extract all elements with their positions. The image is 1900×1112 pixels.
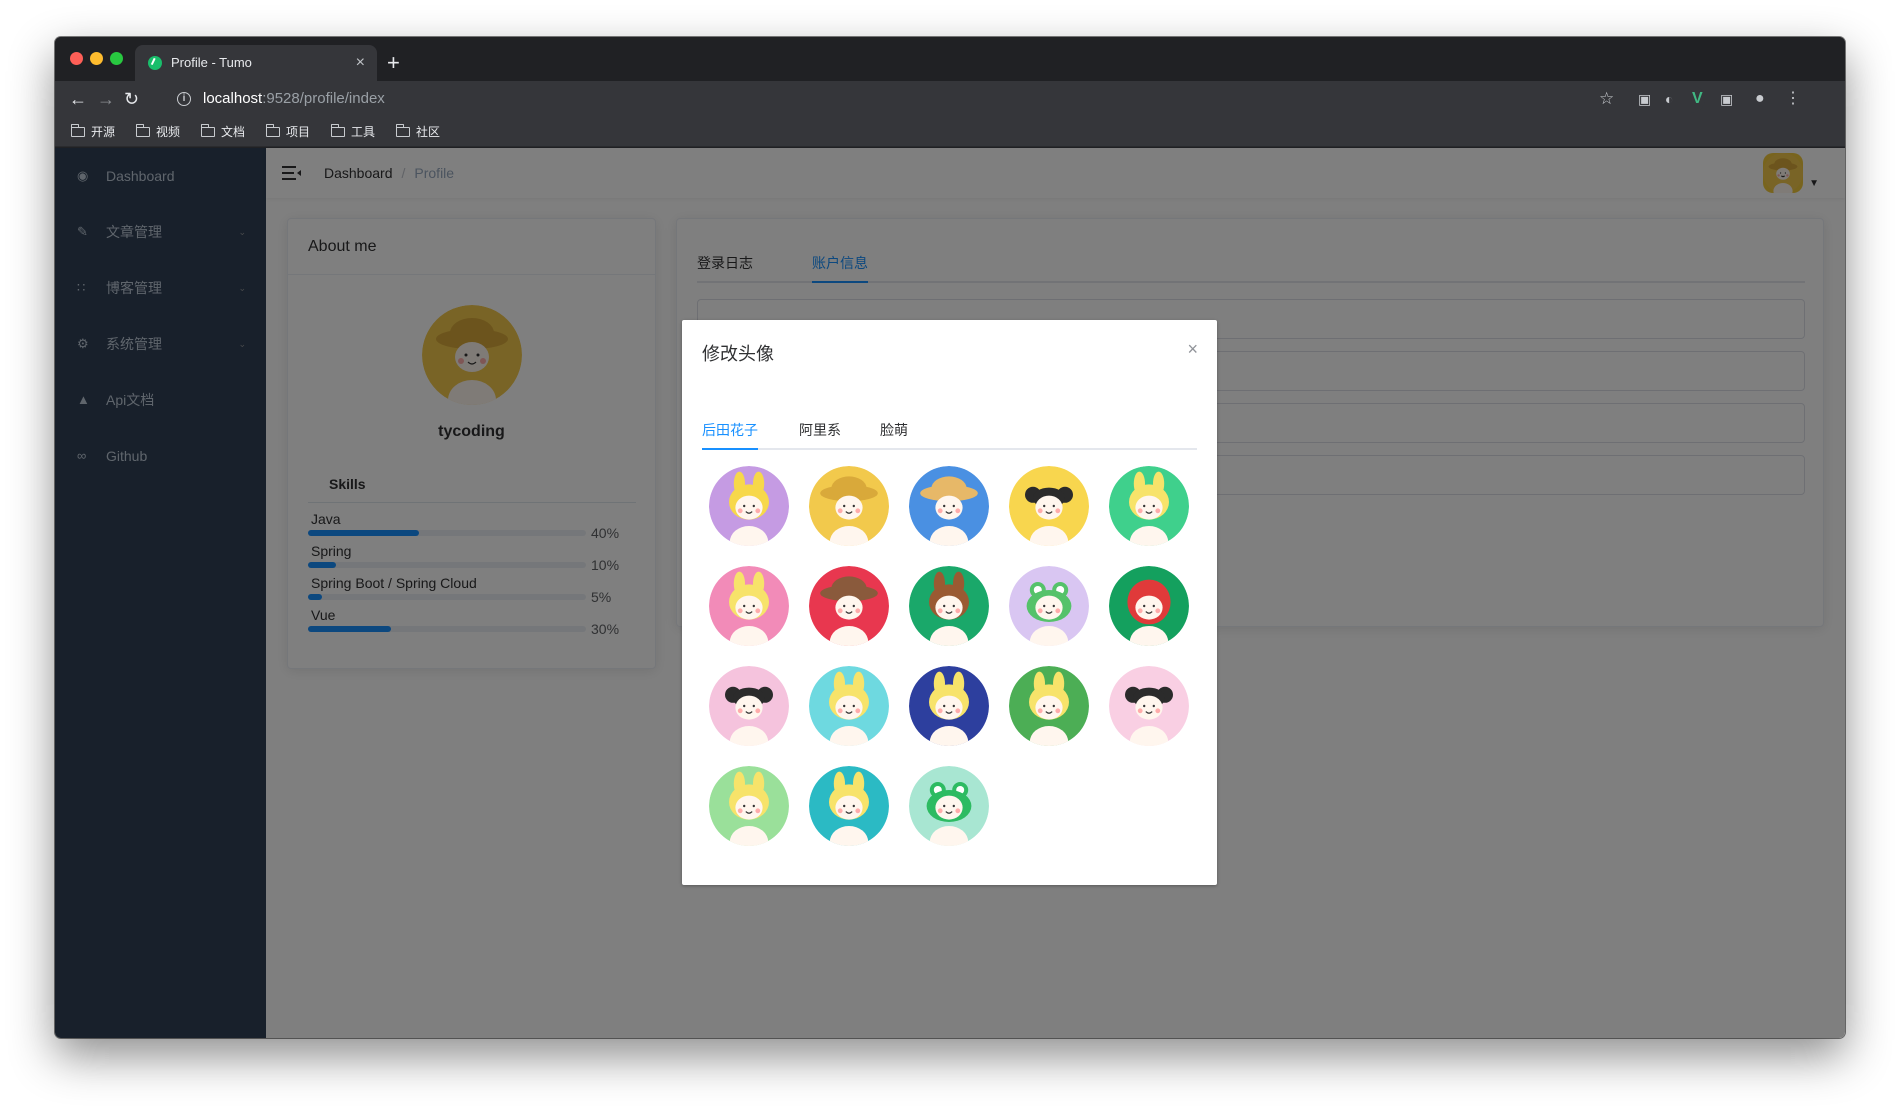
tab-alibaba[interactable]: 阿里系 (799, 410, 841, 450)
avatar-option[interactable] (1009, 466, 1089, 546)
new-tab-button[interactable]: + (387, 45, 400, 81)
browser-toolbar: ← → ↻ i localhost:9528/profile/index ☆ ▣… (55, 81, 1845, 117)
extension-icon[interactable]: ▣ (1638, 81, 1651, 117)
profile-icon[interactable]: ● (1755, 81, 1765, 117)
avatar-option[interactable] (909, 766, 989, 846)
avatar-option[interactable] (709, 666, 789, 746)
address-bar[interactable]: i localhost:9528/profile/index (175, 85, 1705, 113)
menu-kebab-icon[interactable]: ⋮ (1785, 81, 1801, 117)
bookmark-star-icon[interactable]: ☆ (1599, 81, 1614, 117)
avatar-option[interactable] (709, 766, 789, 846)
url-path: :9528/profile/index (262, 90, 385, 107)
url-host: localhost (203, 90, 263, 107)
tumo-favicon-icon (148, 56, 162, 70)
reload-icon[interactable]: ↻ (124, 81, 139, 117)
bookmarks-bar: 开源 视频 文档 项目 工具 社区 (55, 117, 1845, 147)
folder-icon (265, 124, 280, 137)
bookmark-folder[interactable]: 文档 (200, 117, 245, 147)
folder-icon (70, 124, 85, 137)
tab-active-indicator (702, 448, 758, 450)
maximize-window-button[interactable] (110, 52, 123, 65)
extension-icon[interactable]: ◐ (1665, 81, 1673, 117)
avatar-option[interactable] (1109, 666, 1189, 746)
forward-icon[interactable]: → (97, 81, 115, 117)
bookmark-folder[interactable]: 社区 (395, 117, 440, 147)
bookmark-folder[interactable]: 工具 (330, 117, 375, 147)
bookmark-folder[interactable]: 项目 (265, 117, 310, 147)
browser-tab[interactable]: Profile - Tumo × (135, 45, 377, 81)
folder-icon (135, 124, 150, 137)
avatar-option[interactable] (909, 666, 989, 746)
avatar-option[interactable] (1009, 666, 1089, 746)
folder-icon (395, 124, 410, 137)
avatar-option[interactable] (709, 466, 789, 546)
folder-icon (200, 124, 215, 137)
close-icon[interactable]: × (1187, 339, 1198, 360)
folder-icon (330, 124, 345, 137)
back-icon[interactable]: ← (69, 81, 87, 117)
avatar-option[interactable] (809, 466, 889, 546)
avatar-option[interactable] (909, 566, 989, 646)
tab-houtian-hanako[interactable]: 后田花子 (702, 410, 758, 450)
bookmark-folder[interactable]: 视频 (135, 117, 180, 147)
avatar-option[interactable] (809, 766, 889, 846)
bookmark-folder[interactable]: 开源 (70, 117, 115, 147)
avatar-option[interactable] (809, 666, 889, 746)
site-info-icon[interactable]: i (177, 92, 191, 106)
tab-lianmeng[interactable]: 脸萌 (880, 410, 908, 450)
dialog-title: 修改头像 (702, 344, 774, 364)
avatar-option[interactable] (709, 566, 789, 646)
avatar-tabs: 后田花子 阿里系 脸萌 (702, 410, 1197, 450)
change-avatar-dialog: 修改头像 × 后田花子 阿里系 脸萌 (682, 320, 1217, 885)
browser-window: Profile - Tumo × + ← → ↻ i localhost:952… (55, 37, 1845, 1038)
avatar-option[interactable] (1109, 566, 1189, 646)
avatar-option[interactable] (909, 466, 989, 546)
tab-title: Profile - Tumo (171, 55, 252, 70)
extension-icon[interactable]: ▣ (1720, 81, 1733, 117)
minimize-window-button[interactable] (90, 52, 103, 65)
tab-close-icon[interactable]: × (356, 45, 365, 81)
avatar-option[interactable] (809, 566, 889, 646)
avatar-option[interactable] (1009, 566, 1089, 646)
vue-devtools-icon[interactable]: V (1692, 81, 1703, 117)
app-viewport: ◉ Dashboard ✎ 文章管理 ⌄ ∷ 博客管理 ⌄ ⚙ 系统管理 ⌄ ▲… (55, 148, 1845, 1038)
avatar-option[interactable] (1109, 466, 1189, 546)
close-window-button[interactable] (70, 52, 83, 65)
browser-titlebar: Profile - Tumo × + (55, 37, 1845, 81)
